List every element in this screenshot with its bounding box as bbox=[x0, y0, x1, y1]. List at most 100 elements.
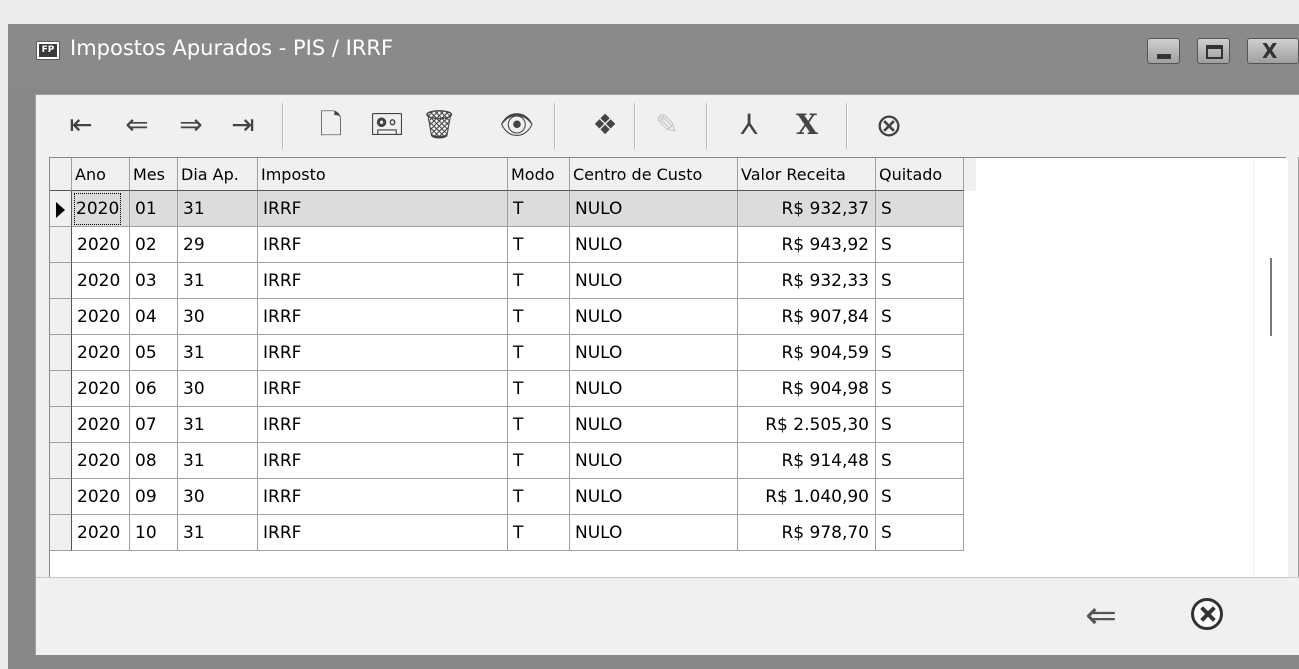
table-cell[interactable]: R$ 1.040,90 bbox=[738, 479, 876, 515]
table-cell[interactable]: S bbox=[876, 335, 964, 371]
table-row[interactable]: 2020 09 30 IRRF T NULO R$ 1.040,90 S bbox=[50, 479, 976, 515]
table-cell[interactable]: 31 bbox=[178, 407, 258, 443]
table-cell[interactable]: 07 bbox=[130, 407, 178, 443]
minimize-button[interactable] bbox=[1147, 38, 1180, 64]
table-cell[interactable]: S bbox=[876, 515, 964, 551]
table-cell[interactable]: 30 bbox=[178, 371, 258, 407]
last-record-button[interactable]: ⇥ bbox=[220, 105, 266, 145]
back-button[interactable]: ⇐ bbox=[1074, 590, 1128, 640]
row-indicator[interactable] bbox=[50, 263, 72, 299]
table-cell[interactable]: NULO bbox=[570, 227, 738, 263]
table-cell[interactable]: IRRF bbox=[258, 443, 508, 479]
table-cell[interactable]: 2020 bbox=[72, 191, 130, 227]
table-cell[interactable]: 2020 bbox=[72, 515, 130, 551]
table-cell[interactable]: 30 bbox=[178, 299, 258, 335]
table-cell[interactable]: R$ 914,48 bbox=[738, 443, 876, 479]
table-cell[interactable]: 31 bbox=[178, 443, 258, 479]
column-header[interactable]: Quitado bbox=[876, 158, 964, 191]
vertical-scrollbar[interactable] bbox=[1253, 158, 1288, 578]
column-header[interactable]: Valor Receita bbox=[738, 158, 876, 191]
table-cell[interactable]: IRRF bbox=[258, 335, 508, 371]
table-row[interactable]: 2020 03 31 IRRF T NULO R$ 932,33 S bbox=[50, 263, 976, 299]
cancel-button[interactable] bbox=[1181, 590, 1235, 640]
table-cell[interactable]: R$ 932,33 bbox=[738, 263, 876, 299]
wings-button[interactable]: ❖ bbox=[582, 105, 628, 145]
pdf-button[interactable]: ⅄ bbox=[726, 105, 772, 145]
table-cell[interactable]: S bbox=[876, 227, 964, 263]
table-cell[interactable]: NULO bbox=[570, 191, 738, 227]
row-indicator[interactable] bbox=[50, 515, 72, 551]
table-cell[interactable]: NULO bbox=[570, 443, 738, 479]
maximize-button[interactable] bbox=[1197, 38, 1230, 64]
row-indicator[interactable] bbox=[50, 335, 72, 371]
table-cell[interactable]: T bbox=[508, 263, 570, 299]
data-grid[interactable]: Ano Mes Dia Ap. Imposto Modo Centro de Custo V… bbox=[49, 157, 1288, 578]
table-cell[interactable]: S bbox=[876, 479, 964, 515]
table-cell[interactable]: T bbox=[508, 371, 570, 407]
table-cell[interactable]: S bbox=[876, 299, 964, 335]
table-cell[interactable]: IRRF bbox=[258, 299, 508, 335]
table-row[interactable]: 2020 04 30 IRRF T NULO R$ 907,84 S bbox=[50, 299, 976, 335]
table-cell[interactable]: IRRF bbox=[258, 479, 508, 515]
table-cell[interactable]: T bbox=[508, 443, 570, 479]
column-header[interactable]: Mes bbox=[130, 158, 178, 191]
table-cell[interactable]: 31 bbox=[178, 191, 258, 227]
table-cell[interactable]: IRRF bbox=[258, 191, 508, 227]
table-row[interactable]: 2020 02 29 IRRF T NULO R$ 943,92 S bbox=[50, 227, 976, 263]
table-cell[interactable]: 04 bbox=[130, 299, 178, 335]
next-record-button[interactable]: ⇒ bbox=[168, 105, 214, 145]
column-header[interactable]: Dia Ap. bbox=[178, 158, 258, 191]
close-circle-button[interactable]: ⊗ bbox=[866, 105, 912, 145]
table-cell[interactable]: NULO bbox=[570, 515, 738, 551]
table-cell[interactable]: S bbox=[876, 407, 964, 443]
table-cell[interactable]: IRRF bbox=[258, 515, 508, 551]
row-indicator[interactable] bbox=[50, 299, 72, 335]
title-bar[interactable]: FP Impostos Apurados - PIS / IRRF X bbox=[8, 24, 1299, 86]
column-header[interactable]: Centro de Custo bbox=[570, 158, 738, 191]
table-cell[interactable]: NULO bbox=[570, 299, 738, 335]
table-cell[interactable]: 03 bbox=[130, 263, 178, 299]
table-row[interactable]: 2020 06 30 IRRF T NULO R$ 904,98 S bbox=[50, 371, 976, 407]
table-cell[interactable]: IRRF bbox=[258, 227, 508, 263]
table-cell[interactable]: 2020 bbox=[72, 299, 130, 335]
table-cell[interactable]: 2020 bbox=[72, 407, 130, 443]
row-indicator[interactable] bbox=[50, 191, 72, 227]
table-cell[interactable]: R$ 932,37 bbox=[738, 191, 876, 227]
table-cell[interactable]: S bbox=[876, 371, 964, 407]
table-cell[interactable]: S bbox=[876, 263, 964, 299]
table-cell[interactable]: NULO bbox=[570, 335, 738, 371]
table-cell[interactable]: NULO bbox=[570, 371, 738, 407]
table-cell[interactable]: T bbox=[508, 515, 570, 551]
table-cell[interactable]: R$ 943,92 bbox=[738, 227, 876, 263]
table-cell[interactable]: 2020 bbox=[72, 227, 130, 263]
eye-button[interactable]: 👁 bbox=[494, 105, 540, 145]
table-cell[interactable]: NULO bbox=[570, 479, 738, 515]
excel-button[interactable]: X bbox=[784, 105, 830, 145]
close-button[interactable]: X bbox=[1247, 38, 1299, 64]
table-cell[interactable]: T bbox=[508, 191, 570, 227]
table-cell[interactable]: R$ 904,98 bbox=[738, 371, 876, 407]
table-row[interactable]: 2020 08 31 IRRF T NULO R$ 914,48 S bbox=[50, 443, 976, 479]
column-header[interactable]: Imposto bbox=[258, 158, 508, 191]
first-record-button[interactable]: ⇤ bbox=[58, 105, 104, 145]
table-cell[interactable]: T bbox=[508, 479, 570, 515]
edit-record-button[interactable]: 🖭 bbox=[364, 105, 410, 145]
table-cell[interactable]: NULO bbox=[570, 407, 738, 443]
table-cell[interactable]: T bbox=[508, 407, 570, 443]
table-cell[interactable]: 29 bbox=[178, 227, 258, 263]
row-indicator[interactable] bbox=[50, 227, 72, 263]
table-cell[interactable]: R$ 978,70 bbox=[738, 515, 876, 551]
table-row[interactable]: 2020 07 31 IRRF T NULO R$ 2.505,30 S bbox=[50, 407, 976, 443]
table-cell[interactable]: 2020 bbox=[72, 371, 130, 407]
table-cell[interactable]: R$ 907,84 bbox=[738, 299, 876, 335]
table-cell[interactable]: T bbox=[508, 227, 570, 263]
prev-record-button[interactable]: ⇐ bbox=[114, 105, 160, 145]
table-cell[interactable]: 2020 bbox=[72, 263, 130, 299]
table-cell[interactable]: 31 bbox=[178, 515, 258, 551]
table-cell[interactable]: 02 bbox=[130, 227, 178, 263]
table-cell[interactable]: IRRF bbox=[258, 407, 508, 443]
row-indicator[interactable] bbox=[50, 371, 72, 407]
table-row[interactable]: 2020 10 31 IRRF T NULO R$ 978,70 S bbox=[50, 515, 976, 551]
table-cell[interactable]: 30 bbox=[178, 479, 258, 515]
table-cell[interactable]: S bbox=[876, 443, 964, 479]
